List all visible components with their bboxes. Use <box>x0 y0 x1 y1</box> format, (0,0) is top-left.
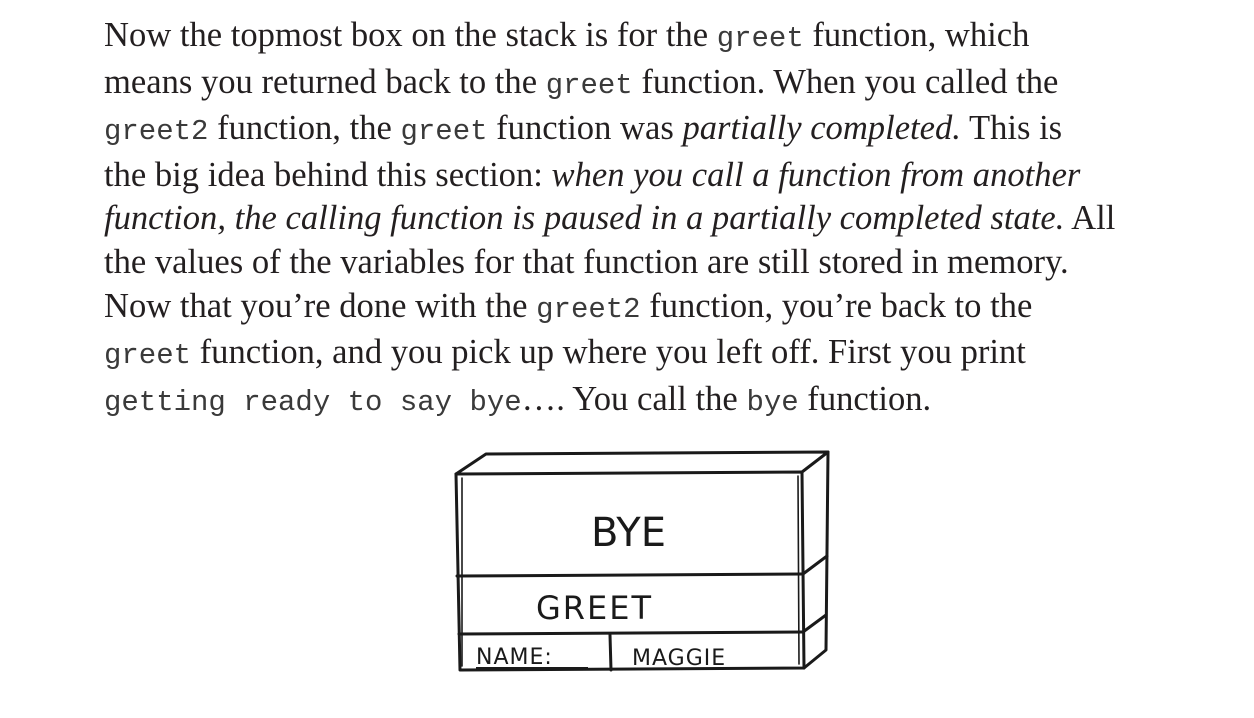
frame-label-bye: BYE <box>591 510 666 556</box>
book-page: Now the topmost box on the stack is for … <box>0 0 1254 718</box>
stack-side-face <box>802 450 830 670</box>
code-bye: bye <box>746 385 799 419</box>
text-run: …. You call the <box>521 379 747 418</box>
frame-label-greet: GREET <box>536 589 653 627</box>
stack-front-face <box>454 470 806 672</box>
text-line-7: Now that you’re done with the greet2 fun… <box>104 285 1164 332</box>
code-greet: greet <box>104 339 192 373</box>
italic-run: function, the calling function is paused… <box>104 199 1065 238</box>
text-run: Now that you’re done with the <box>104 286 537 325</box>
code-greet: greet <box>545 68 633 102</box>
body-paragraph: Now the topmost box on the stack is for … <box>104 14 1164 424</box>
text-run: the values of the variables for that fun… <box>104 242 1069 281</box>
variable-name-label: NAME: <box>476 645 553 670</box>
italic-run: when you call a function from another <box>551 155 1081 194</box>
variable-column-divider <box>608 633 613 672</box>
call-stack-illustration: BYE GREET NAME: MAGGIE <box>440 444 840 684</box>
frame-divider <box>455 572 805 578</box>
code-output-string: getting ready to say bye <box>104 385 522 419</box>
text-run: This is <box>960 109 1063 148</box>
text-run: function, you’re back to the <box>640 286 1033 325</box>
text-run: function. <box>798 379 932 418</box>
variable-row-divider-side <box>801 613 828 634</box>
text-line-3: greet2 function, the greet function was … <box>104 107 1164 154</box>
text-run: All <box>1064 199 1116 238</box>
text-run: means you returned back to the <box>104 62 546 101</box>
text-run: Now the topmost box on the stack is for … <box>104 16 717 54</box>
call-stack-drawing: BYE GREET NAME: MAGGIE <box>454 450 830 672</box>
text-line-5: function, the calling function is paused… <box>104 197 1164 241</box>
text-run: function, which <box>803 16 1030 54</box>
text-line-6: the values of the variables for that fun… <box>104 241 1164 285</box>
text-line-4: the big idea behind this section: when y… <box>104 154 1164 198</box>
text-run: function, and you pick up where you left… <box>191 333 1026 372</box>
text-line-9: getting ready to say bye…. You call the … <box>104 378 1164 425</box>
text-run: function was <box>487 109 683 148</box>
text-run: the big idea behind this section: <box>104 155 552 194</box>
code-greet2: greet2 <box>536 292 641 326</box>
text-line-1: Now the topmost box on the stack is for … <box>104 14 1164 61</box>
code-greet: greet <box>400 115 488 149</box>
variable-row-divider <box>457 630 805 636</box>
code-greet: greet <box>716 22 804 55</box>
italic-run: partially completed. <box>682 109 961 148</box>
code-greet2: greet2 <box>104 115 209 149</box>
variable-value-label: MAGGIE <box>632 646 726 671</box>
text-run: function, the <box>208 109 401 148</box>
text-run: function. When you called the <box>632 62 1059 101</box>
frame-divider-side <box>801 554 829 576</box>
text-line-2: means you returned back to the greet fun… <box>104 61 1164 108</box>
text-line-8: greet function, and you pick up where yo… <box>104 331 1164 378</box>
